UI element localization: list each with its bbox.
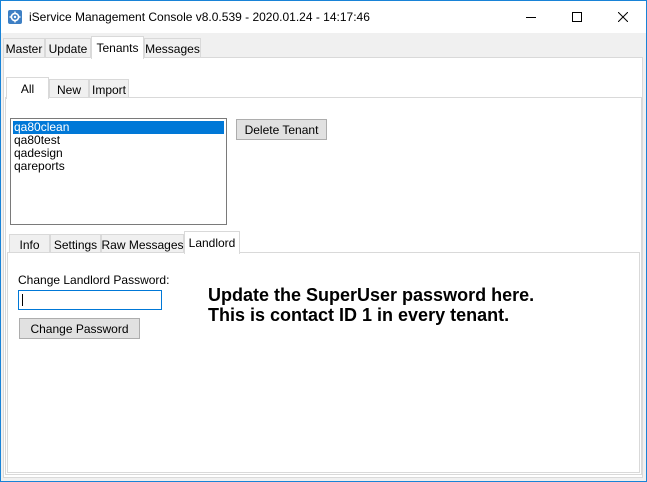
close-icon xyxy=(618,12,628,22)
tab-tenants[interactable]: Tenants xyxy=(91,36,144,59)
gear-app-icon xyxy=(8,10,22,24)
landlord-password-input[interactable] xyxy=(18,290,162,310)
landlord-password-label: Change Landlord Password: xyxy=(18,273,170,287)
minimize-button[interactable] xyxy=(508,1,554,33)
delete-tenant-button[interactable]: Delete Tenant xyxy=(236,119,327,140)
tab-info[interactable]: Info xyxy=(9,234,50,254)
tab-settings[interactable]: Settings xyxy=(50,234,101,254)
tab-raw-messages[interactable]: Raw Messages xyxy=(101,234,184,254)
window-title: iService Management Console v8.0.539 - 2… xyxy=(29,10,370,24)
tab-import[interactable]: Import xyxy=(89,79,129,99)
list-item[interactable]: qareports xyxy=(13,160,224,173)
tab-landlord[interactable]: Landlord xyxy=(184,231,240,254)
title-bar[interactable]: iService Management Console v8.0.539 - 2… xyxy=(1,1,646,33)
tab-messages[interactable]: Messages xyxy=(144,38,201,58)
maximize-button[interactable] xyxy=(554,1,600,33)
close-button[interactable] xyxy=(600,1,646,33)
text-caret xyxy=(22,294,23,306)
change-password-button[interactable]: Change Password xyxy=(19,318,140,339)
tab-all[interactable]: All xyxy=(6,77,49,99)
tab-new[interactable]: New xyxy=(49,79,89,99)
maximize-icon xyxy=(572,12,582,22)
app-window: iService Management Console v8.0.539 - 2… xyxy=(0,0,647,482)
tab-master[interactable]: Master xyxy=(3,38,45,58)
annotation-line-2: This is contact ID 1 in every tenant. xyxy=(208,305,510,325)
tab-update[interactable]: Update xyxy=(45,38,91,58)
tenant-list[interactable]: qa80clean qa80test qadesign qareports xyxy=(10,118,227,225)
minimize-icon xyxy=(526,17,536,18)
annotation-line-1: Update the SuperUser password here. xyxy=(208,285,535,305)
